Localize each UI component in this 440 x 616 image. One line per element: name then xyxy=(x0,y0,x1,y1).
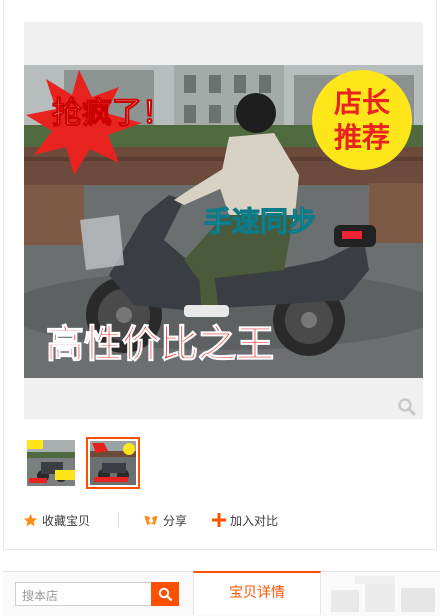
zoom-magnifier-icon[interactable] xyxy=(397,397,417,417)
shop-toolbar: 搜本店 宝贝详情 xyxy=(3,571,440,616)
thumbnail-1[interactable] xyxy=(24,437,78,489)
product-main-image[interactable]: 抢疯了！ 店长 推荐 手速同步 高性价比之王 xyxy=(24,65,423,378)
watermark-overlay xyxy=(331,576,435,612)
badge-tuijian: 推荐 xyxy=(334,121,390,154)
tab-item-details[interactable]: 宝贝详情 xyxy=(193,571,321,615)
share-button[interactable]: 分享 xyxy=(143,510,187,530)
plus-icon xyxy=(212,513,226,527)
add-to-compare-button[interactable]: 加入对比 xyxy=(212,510,278,530)
favorite-item-label: 收藏宝贝 xyxy=(42,513,91,528)
favorite-item-button[interactable]: 收藏宝贝 xyxy=(23,510,90,530)
share-icon xyxy=(144,516,158,526)
badge-qiangfengle: 抢疯了！ xyxy=(52,96,172,131)
caption-shousu: 手速同步 xyxy=(204,205,316,238)
shop-search-input[interactable]: 搜本店 xyxy=(15,582,153,606)
thumbnail-1-image xyxy=(27,440,75,486)
badge-dianzhang: 店长 xyxy=(334,86,390,119)
share-label: 分享 xyxy=(163,513,188,528)
action-divider xyxy=(118,512,119,527)
star-icon xyxy=(23,513,38,526)
thumbnail-2-image xyxy=(90,441,136,485)
search-icon xyxy=(158,587,172,601)
caption-gaoxingjiabi: 高性价比之王 xyxy=(46,322,274,366)
add-to-compare-label: 加入对比 xyxy=(230,513,279,528)
shop-search-button[interactable] xyxy=(151,582,179,606)
thumbnail-2-selected[interactable] xyxy=(86,437,140,489)
